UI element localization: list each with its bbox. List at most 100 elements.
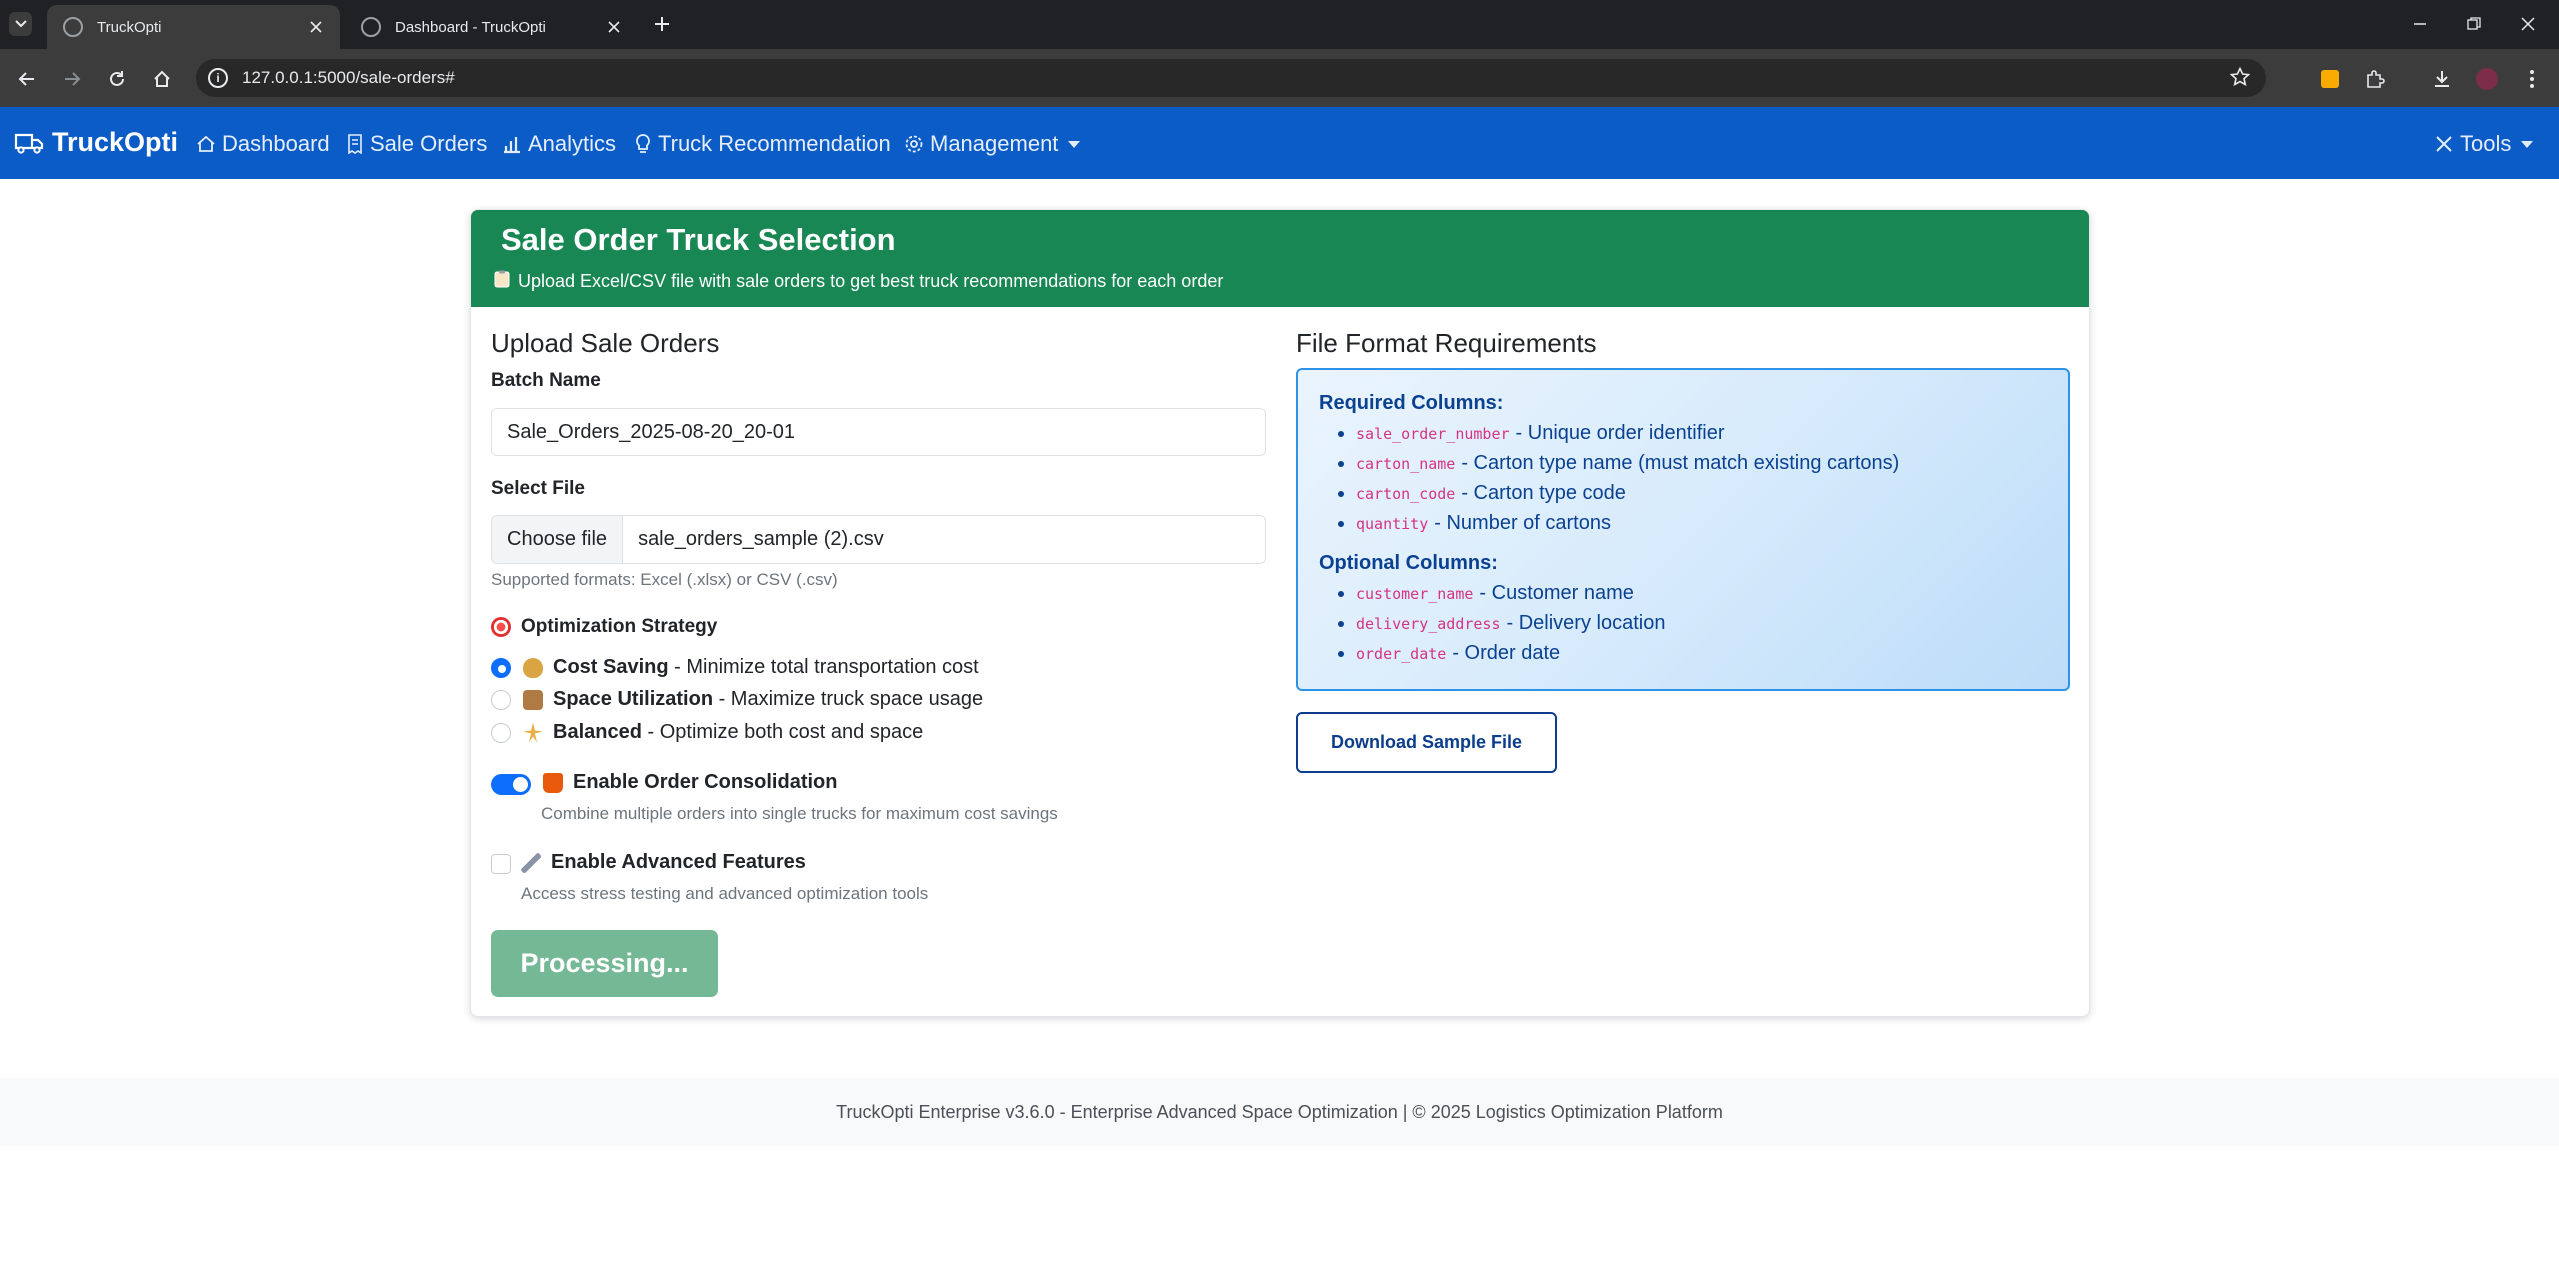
column-code: order_date xyxy=(1356,644,1447,663)
required-column-item: carton_name - Carton type name (must mat… xyxy=(1338,452,1899,475)
chevron-down-icon xyxy=(1068,140,1081,148)
optional-columns-title: Optional Columns: xyxy=(1319,552,1498,574)
column-code: sale_order_number xyxy=(1356,424,1510,443)
back-arrow-icon[interactable] xyxy=(14,66,40,92)
extension-yellow-icon[interactable] xyxy=(2317,66,2343,92)
choose-file-button[interactable]: Choose file xyxy=(492,516,624,563)
nav-analytics[interactable]: Analytics xyxy=(502,131,616,157)
batch-name-value: Sale_Orders_2025-08-20_20-01 xyxy=(507,420,795,443)
column-code: carton_name xyxy=(1356,454,1456,473)
strategy-option-balanced[interactable]: Balanced - Optimize both cost and space xyxy=(491,721,923,744)
page-footer: TruckOpti Enterprise v3.6.0 - Enterprise… xyxy=(0,1078,2559,1146)
nav-sale-orders[interactable]: Sale Orders xyxy=(346,131,487,157)
subtitle-text: Upload Excel/CSV file with sale orders t… xyxy=(518,271,1224,291)
tools-icon xyxy=(2436,136,2452,152)
radio-button[interactable] xyxy=(491,657,511,678)
strategy-label: Optimization Strategy xyxy=(491,616,717,638)
url-text: 127.0.0.1:5000/sale-orders# xyxy=(242,68,455,87)
browser-tab-dashboard[interactable]: Dashboard - TruckOpti xyxy=(345,5,638,49)
required-column-item: sale_order_number - Unique order identif… xyxy=(1338,422,1725,445)
strategy-label-text: Optimization Strategy xyxy=(521,616,718,637)
upload-heading: Upload Sale Orders xyxy=(491,328,720,358)
minimize-icon[interactable] xyxy=(2408,12,2432,36)
reload-icon[interactable] xyxy=(104,66,130,92)
brand-name: TruckOpti xyxy=(52,127,179,157)
consolidation-label: Enable Order Consolidation xyxy=(543,771,837,794)
strategy-option-cost-saving[interactable]: Cost Saving - Minimize total transportat… xyxy=(491,656,979,679)
radio-button[interactable] xyxy=(491,689,511,710)
column-code: customer_name xyxy=(1356,584,1474,603)
column-desc: - Unique order identifier xyxy=(1515,422,1725,444)
column-code: delivery_address xyxy=(1356,614,1501,633)
close-window-icon[interactable] xyxy=(2516,12,2540,36)
tab-title: Dashboard - TruckOpti xyxy=(395,18,546,36)
home-icon[interactable] xyxy=(149,66,175,92)
forward-arrow-icon[interactable] xyxy=(59,66,85,92)
processing-button[interactable]: Processing... xyxy=(491,930,718,997)
nav-dashboard[interactable]: Dashboard xyxy=(196,131,330,157)
tab-search-dropdown-icon[interactable] xyxy=(9,12,32,36)
new-tab-icon[interactable] xyxy=(650,12,674,36)
close-tab-icon[interactable] xyxy=(306,17,326,37)
strategy-name: Cost Saving xyxy=(553,656,669,678)
strategy-desc: - Optimize both cost and space xyxy=(641,721,924,743)
house-icon xyxy=(197,135,215,152)
advanced-features-help: Access stress testing and advanced optim… xyxy=(521,884,929,903)
bookmark-star-icon[interactable] xyxy=(2229,66,2251,92)
optional-column-item: customer_name - Customer name xyxy=(1338,582,1634,605)
browser-tab-truckopti[interactable]: TruckOpti xyxy=(47,5,340,49)
select-file-label: Select File xyxy=(491,478,585,499)
optional-column-item: order_date - Order date xyxy=(1338,642,1560,665)
strategy-name: Balanced xyxy=(553,721,642,743)
column-code: quantity xyxy=(1356,514,1429,533)
browser-menu-icon[interactable] xyxy=(2519,66,2545,92)
chevron-down-icon xyxy=(2521,140,2534,148)
nav-label: Sale Orders xyxy=(370,131,488,156)
delivery-truck-icon xyxy=(543,772,563,793)
required-column-item: quantity - Number of cartons xyxy=(1338,512,1611,535)
radio-button[interactable] xyxy=(491,722,511,743)
advanced-label-text: Enable Advanced Features xyxy=(551,851,806,873)
column-desc: - Carton type name (must match existing … xyxy=(1461,452,1900,474)
close-tab-icon[interactable] xyxy=(604,17,624,37)
consolidation-toggle[interactable] xyxy=(491,774,531,795)
tab-title: TruckOpti xyxy=(97,18,162,36)
advanced-features-label: Enable Advanced Features xyxy=(521,851,806,874)
strategy-desc: - Maximize truck space usage xyxy=(713,688,984,710)
advanced-features-checkbox[interactable] xyxy=(491,854,511,874)
site-info-icon[interactable]: i xyxy=(208,68,228,88)
requirements-heading: File Format Requirements xyxy=(1296,328,1597,358)
page-title: Sale Order Truck Selection xyxy=(501,222,896,257)
restore-icon[interactable] xyxy=(2462,12,2486,36)
strategy-desc: - Minimize total transportation cost xyxy=(668,656,979,678)
consolidation-help: Combine multiple orders into single truc… xyxy=(541,804,1058,823)
profile-avatar-icon[interactable] xyxy=(2474,66,2500,92)
requirements-box: Required Columns: sale_order_number - Un… xyxy=(1296,368,2070,691)
optional-column-item: delivery_address - Delivery location xyxy=(1338,612,1665,635)
page-subtitle: Upload Excel/CSV file with sale orders t… xyxy=(494,270,1223,293)
balance-scale-icon xyxy=(523,722,543,743)
column-desc: - Carton type code xyxy=(1461,482,1626,504)
nav-tools-dropdown[interactable]: Tools xyxy=(2434,131,2534,157)
column-desc: - Order date xyxy=(1452,642,1561,664)
consolidation-label-text: Enable Order Consolidation xyxy=(573,771,838,793)
target-icon xyxy=(491,617,511,637)
bar-chart-icon xyxy=(504,137,520,154)
globe-icon xyxy=(63,17,83,37)
download-icon[interactable] xyxy=(2429,66,2455,92)
brand-logo[interactable]: TruckOpti xyxy=(14,127,178,158)
sale-order-card: Sale Order Truck Selection Upload Excel/… xyxy=(470,209,2090,1017)
required-column-item: carton_code - Carton type code xyxy=(1338,482,1626,505)
extensions-puzzle-icon[interactable] xyxy=(2362,66,2388,92)
address-bar[interactable]: i 127.0.0.1:5000/sale-orders# xyxy=(196,59,2266,97)
file-input[interactable]: Choose file sale_orders_sample (2).csv xyxy=(491,515,1266,564)
nav-truck-recommendation[interactable]: Truck Recommendation xyxy=(634,131,891,157)
money-bag-icon xyxy=(523,657,543,678)
batch-name-input[interactable]: Sale_Orders_2025-08-20_20-01 xyxy=(491,408,1266,456)
download-sample-button[interactable]: Download Sample File xyxy=(1296,712,1557,773)
nav-management-dropdown[interactable]: Management xyxy=(904,131,1081,157)
strategy-option-space-utilization[interactable]: Space Utilization - Maximize truck space… xyxy=(491,688,983,711)
footer-text: TruckOpti Enterprise v3.6.0 - Enterprise… xyxy=(836,1101,1723,1122)
wrench-icon xyxy=(521,852,541,873)
browser-toolbar: i 127.0.0.1:5000/sale-orders# xyxy=(0,49,2559,107)
